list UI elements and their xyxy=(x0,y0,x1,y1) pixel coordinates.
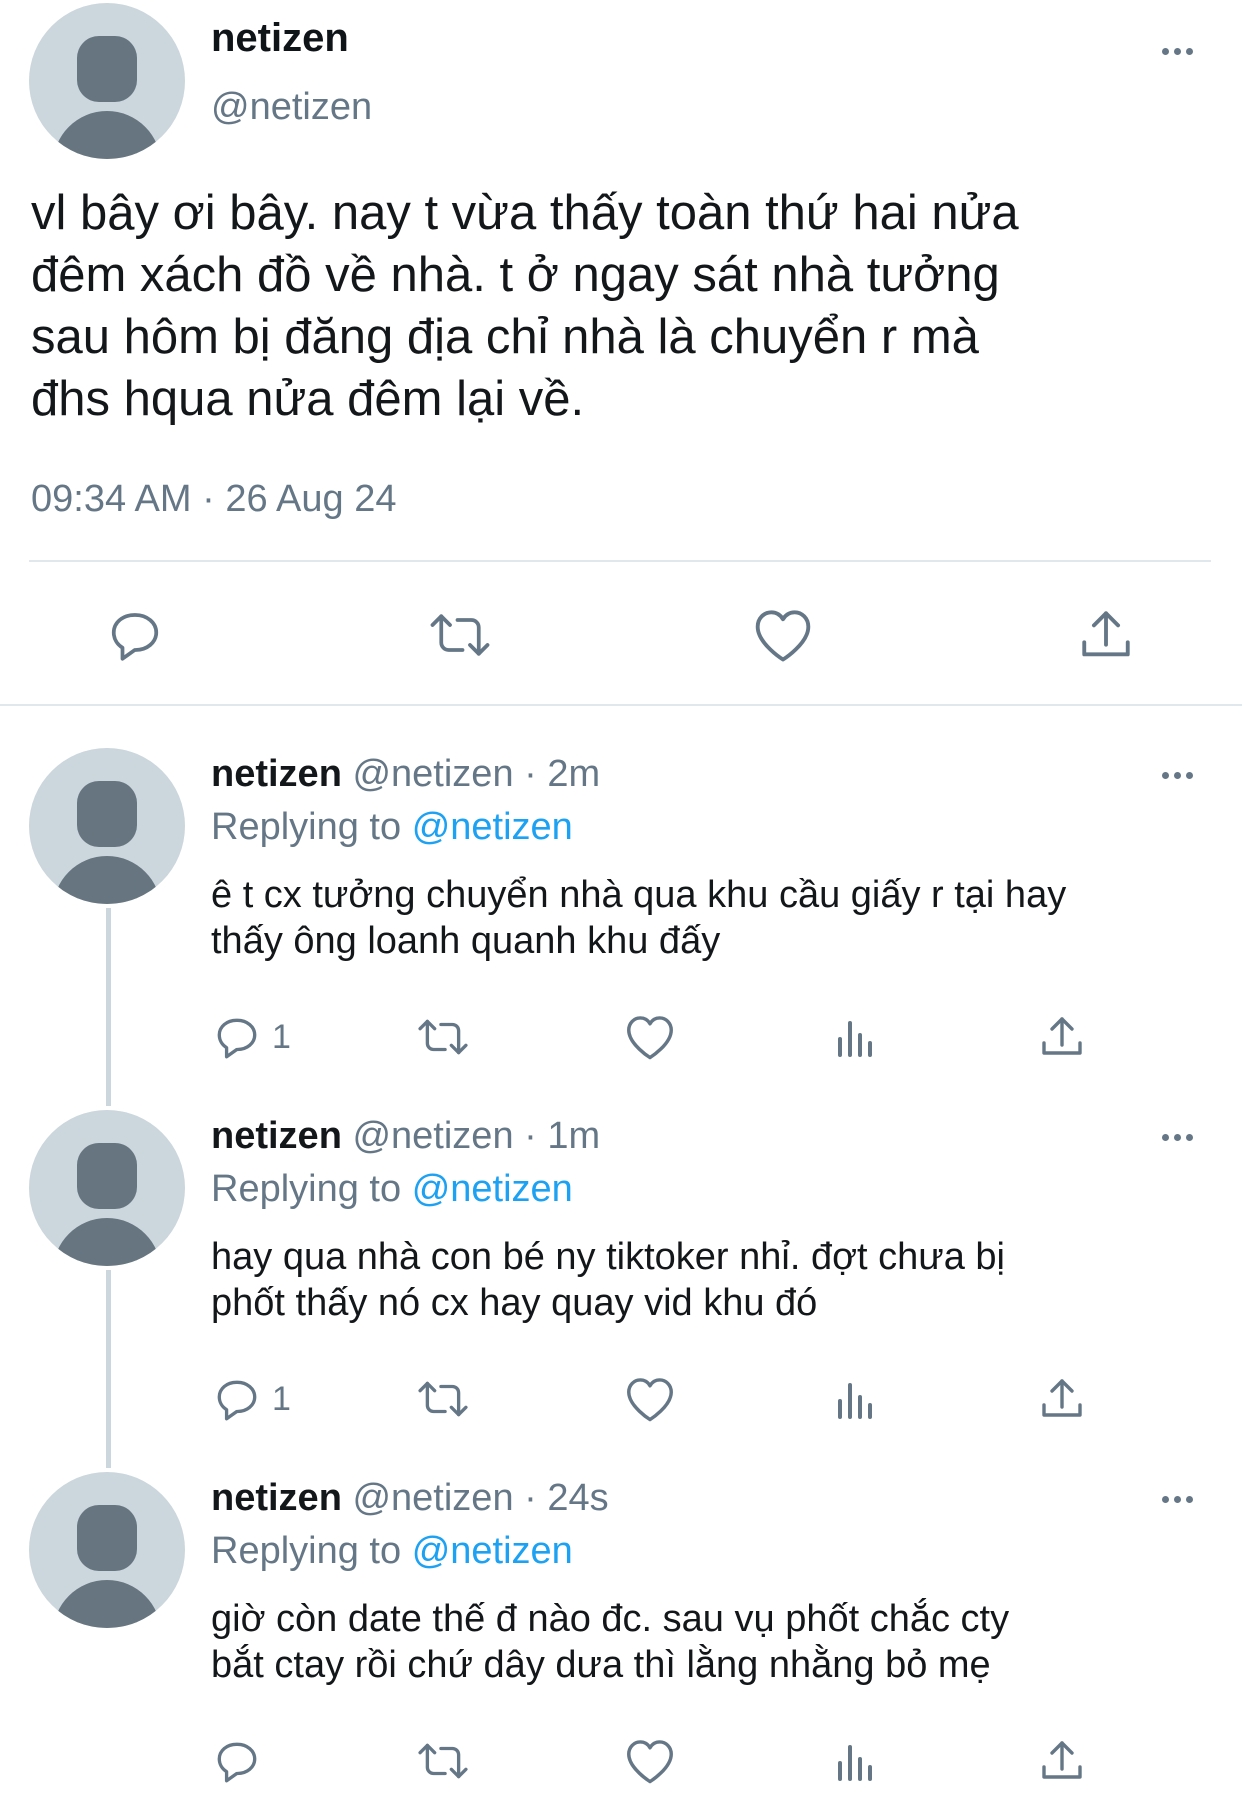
author-handle-time[interactable]: @netizen · 24s xyxy=(352,1477,608,1519)
share-icon xyxy=(1082,611,1130,657)
replying-to: Replying to @netizen xyxy=(211,1168,573,1211)
replying-to-link[interactable]: @netizen xyxy=(412,806,573,848)
replying-label: Replying to xyxy=(211,1530,402,1572)
author-handle-time[interactable]: @netizen · 1m xyxy=(352,1115,600,1157)
reply-count: 1 xyxy=(272,1379,291,1418)
share-button[interactable] xyxy=(1031,1370,1093,1428)
share-icon xyxy=(1042,1017,1082,1055)
reply-button[interactable]: 1 xyxy=(212,1370,291,1428)
more-options-icon[interactable] xyxy=(1156,1490,1199,1509)
thread-connector xyxy=(106,1270,111,1468)
reply-count: 1 xyxy=(272,1017,291,1056)
like-icon xyxy=(627,1016,673,1060)
replying-to: Replying to @netizen xyxy=(211,806,573,849)
replying-to: Replying to @netizen xyxy=(211,1530,573,1573)
reply-button[interactable] xyxy=(100,600,170,670)
tweet-text: vl bây ơi bây. nay t vừa thấy toàn thứ h… xyxy=(31,186,1019,426)
author-name[interactable]: netizen xyxy=(211,1477,342,1519)
reply-header: netizen @netizen · 24s xyxy=(211,1477,609,1520)
reply-icon xyxy=(217,1018,257,1059)
share-button[interactable] xyxy=(1031,1008,1093,1066)
author-handle-time[interactable]: @netizen · 2m xyxy=(352,753,600,795)
author-name[interactable]: netizen xyxy=(211,16,349,61)
like-button[interactable] xyxy=(619,1008,681,1066)
analytics-button[interactable] xyxy=(828,1370,884,1428)
retweet-button[interactable] xyxy=(410,1732,476,1790)
share-icon xyxy=(1042,1741,1082,1779)
reply-icon xyxy=(111,613,159,661)
reply-icon xyxy=(217,1742,257,1783)
like-icon xyxy=(627,1740,673,1784)
reply-icon xyxy=(217,1380,257,1421)
share-button[interactable] xyxy=(1031,1732,1093,1790)
author-name[interactable]: netizen xyxy=(211,1115,342,1157)
reply-text: ê t cx tưởng chuyển nhà qua khu cầu giấy… xyxy=(211,874,1067,962)
reply-button[interactable]: 1 xyxy=(212,1008,291,1066)
retweet-button[interactable] xyxy=(410,1370,476,1428)
like-icon xyxy=(755,610,811,662)
retweet-button[interactable] xyxy=(420,600,500,670)
analytics-icon xyxy=(838,1745,872,1781)
replying-label: Replying to xyxy=(211,806,402,848)
replying-to-link[interactable]: @netizen xyxy=(412,1168,573,1210)
reply-header: netizen @netizen · 2m xyxy=(211,753,600,796)
more-options-icon[interactable] xyxy=(1156,42,1199,61)
retweet-icon xyxy=(418,1019,468,1055)
more-options-icon[interactable] xyxy=(1156,766,1199,785)
author-handle[interactable]: @netizen xyxy=(211,86,372,129)
avatar[interactable] xyxy=(29,748,185,904)
reply-header: netizen @netizen · 1m xyxy=(211,1115,600,1158)
like-button[interactable] xyxy=(619,1732,681,1790)
divider xyxy=(29,560,1211,562)
analytics-icon xyxy=(838,1021,872,1057)
more-options-icon[interactable] xyxy=(1156,1128,1199,1147)
tweet-timestamp[interactable]: 09:34 AM · 26 Aug 24 xyxy=(31,478,397,521)
retweet-icon xyxy=(430,614,490,656)
share-icon xyxy=(1042,1379,1082,1417)
reply-text: giờ còn date thế đ nào đc. sau vụ phốt c… xyxy=(211,1598,1010,1686)
reply-button[interactable] xyxy=(212,1732,272,1790)
thread-connector xyxy=(106,908,111,1106)
avatar[interactable] xyxy=(29,1472,185,1628)
share-button[interactable] xyxy=(1068,600,1144,670)
like-button[interactable] xyxy=(745,600,821,670)
author-name[interactable]: netizen xyxy=(211,753,342,795)
avatar[interactable] xyxy=(29,3,185,159)
analytics-button[interactable] xyxy=(828,1732,884,1790)
replying-to-link[interactable]: @netizen xyxy=(412,1530,573,1572)
retweet-button[interactable] xyxy=(410,1008,476,1066)
like-icon xyxy=(627,1378,673,1422)
retweet-icon xyxy=(418,1743,468,1779)
replying-label: Replying to xyxy=(211,1168,402,1210)
analytics-icon xyxy=(838,1383,872,1419)
retweet-icon xyxy=(418,1381,468,1417)
analytics-button[interactable] xyxy=(828,1008,884,1066)
avatar[interactable] xyxy=(29,1110,185,1266)
like-button[interactable] xyxy=(619,1370,681,1428)
divider xyxy=(0,704,1242,706)
reply-text: hay qua nhà con bé ny tiktoker nhỉ. đợt … xyxy=(211,1236,1005,1324)
